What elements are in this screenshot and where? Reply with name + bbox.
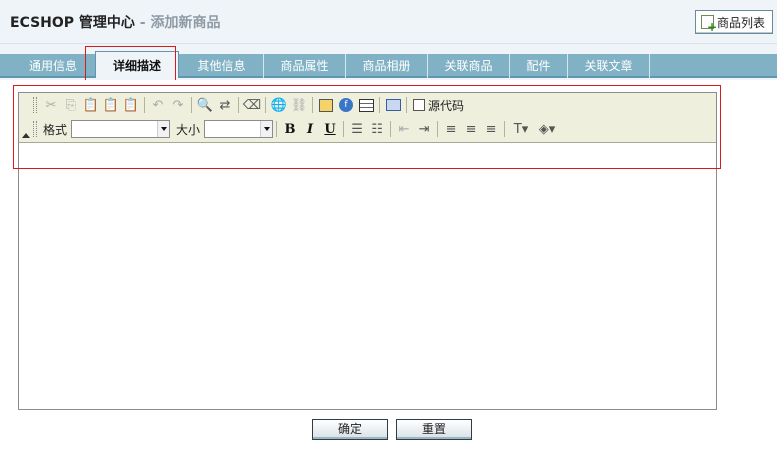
- remove-format-icon[interactable]: ⌫: [242, 95, 262, 115]
- ordered-list-icon[interactable]: ☰: [347, 119, 367, 139]
- toolbar-separator: [437, 121, 439, 137]
- toolbar-separator: [191, 97, 192, 113]
- tab-other-info[interactable]: 其他信息: [180, 54, 264, 78]
- paste-text-icon[interactable]: 📋: [101, 95, 121, 115]
- align-left-icon[interactable]: ≡: [441, 119, 461, 139]
- size-select[interactable]: [204, 120, 274, 138]
- media-glyph: [385, 99, 401, 111]
- insert-link-icon[interactable]: 🌐: [269, 95, 289, 115]
- chevron-down-icon: [260, 121, 273, 137]
- toolbar-separator: [390, 121, 392, 137]
- add-document-icon: [701, 15, 717, 33]
- toolbar-separator: [312, 97, 313, 113]
- background-color-icon[interactable]: ◈▾: [534, 119, 560, 139]
- chevron-down-icon: [157, 121, 170, 137]
- toolbar-separator: [144, 97, 145, 113]
- size-label: 大小: [176, 122, 201, 137]
- tab-related-goods[interactable]: 关联商品: [428, 54, 510, 78]
- confirm-button[interactable]: 确定: [312, 419, 388, 440]
- tab-related-articles[interactable]: 关联文章: [568, 54, 650, 78]
- page-subtitle: - 添加新商品: [134, 15, 221, 31]
- replace-icon[interactable]: ⇄: [215, 95, 235, 115]
- remove-link-icon[interactable]: ⛓: [289, 95, 309, 115]
- toolbar-grip: [33, 121, 37, 137]
- insert-flash-icon[interactable]: f: [336, 95, 356, 115]
- outdent-icon[interactable]: ⇤: [394, 119, 414, 139]
- table-glyph: [358, 98, 374, 112]
- flash-glyph: f: [339, 98, 353, 112]
- tab-accessories[interactable]: 配件: [510, 54, 568, 78]
- insert-media-icon[interactable]: [383, 95, 403, 115]
- align-right-icon[interactable]: ≡: [481, 119, 501, 139]
- page-title: ECSHOP 管理中心 - 添加新商品: [10, 12, 221, 32]
- toolbar-separator: [265, 97, 266, 113]
- italic-button[interactable]: I: [300, 119, 320, 139]
- toolbar-separator: [406, 97, 407, 113]
- copy-icon[interactable]: ⎘: [61, 95, 81, 115]
- toolbar-separator: [343, 121, 345, 137]
- align-center-icon[interactable]: ≡: [461, 119, 481, 139]
- tab-general-info[interactable]: 通用信息: [4, 54, 103, 78]
- toolbar-grip: [33, 97, 37, 113]
- bold-button[interactable]: B: [280, 119, 300, 139]
- undo-icon[interactable]: ↶: [148, 95, 168, 115]
- rich-text-editor: ✂ ⎘ 📋 📋 📋 ↶ ↷ 🔍 ⇄ ⌫ 🌐 ⛓ f 源代码 格式 大小 B I …: [18, 92, 717, 410]
- tab-detail-description[interactable]: 详细描述: [95, 51, 179, 78]
- unordered-list-icon[interactable]: ☷: [367, 119, 387, 139]
- source-code-icon: [413, 99, 425, 111]
- tab-goods-attributes[interactable]: 商品属性: [264, 54, 346, 78]
- paste-word-icon[interactable]: 📋: [121, 95, 141, 115]
- underline-button[interactable]: U: [320, 119, 340, 139]
- tab-bar: 通用信息 详细描述 其他信息 商品属性 商品相册 关联商品 配件 关联文章: [0, 51, 777, 78]
- insert-table-icon[interactable]: [356, 95, 376, 115]
- editor-toolbar: ✂ ⎘ 📋 📋 📋 ↶ ↷ 🔍 ⇄ ⌫ 🌐 ⛓ f 源代码 格式 大小 B I …: [19, 93, 716, 143]
- insert-image-icon[interactable]: [316, 95, 336, 115]
- redo-icon[interactable]: ↷: [168, 95, 188, 115]
- toolbar-separator: [238, 97, 239, 113]
- toolbar-separator: [379, 97, 380, 113]
- image-glyph: [319, 98, 333, 112]
- goods-list-label: 商品列表: [717, 15, 766, 30]
- toolbar-separator: [276, 121, 278, 137]
- reset-button[interactable]: 重置: [396, 419, 472, 440]
- cut-icon[interactable]: ✂: [41, 95, 61, 115]
- source-code-label: 源代码: [428, 98, 465, 113]
- source-code-button[interactable]: 源代码: [410, 95, 467, 115]
- find-icon[interactable]: 🔍: [195, 95, 215, 115]
- toolbar-row-2: 格式 大小 B I U ☰ ☷ ⇤ ⇥ ≡ ≡ ≡ T▾ ◈▾: [33, 118, 560, 140]
- tab-goods-gallery[interactable]: 商品相册: [346, 54, 428, 78]
- app-title: ECSHOP 管理中心: [10, 15, 135, 31]
- format-label: 格式: [43, 122, 68, 137]
- toolbar-collapse-icon[interactable]: [22, 133, 30, 138]
- goods-list-button[interactable]: 商品列表: [695, 10, 773, 34]
- page-header: ECSHOP 管理中心 - 添加新商品 商品列表: [0, 0, 777, 44]
- paste-icon[interactable]: 📋: [81, 95, 101, 115]
- editor-content-area[interactable]: [19, 144, 716, 409]
- format-select[interactable]: [71, 120, 171, 138]
- indent-icon[interactable]: ⇥: [414, 119, 434, 139]
- toolbar-separator: [504, 121, 506, 137]
- toolbar-row-1: ✂ ⎘ 📋 📋 📋 ↶ ↷ 🔍 ⇄ ⌫ 🌐 ⛓ f 源代码: [33, 94, 467, 116]
- text-color-icon[interactable]: T▾: [508, 119, 534, 139]
